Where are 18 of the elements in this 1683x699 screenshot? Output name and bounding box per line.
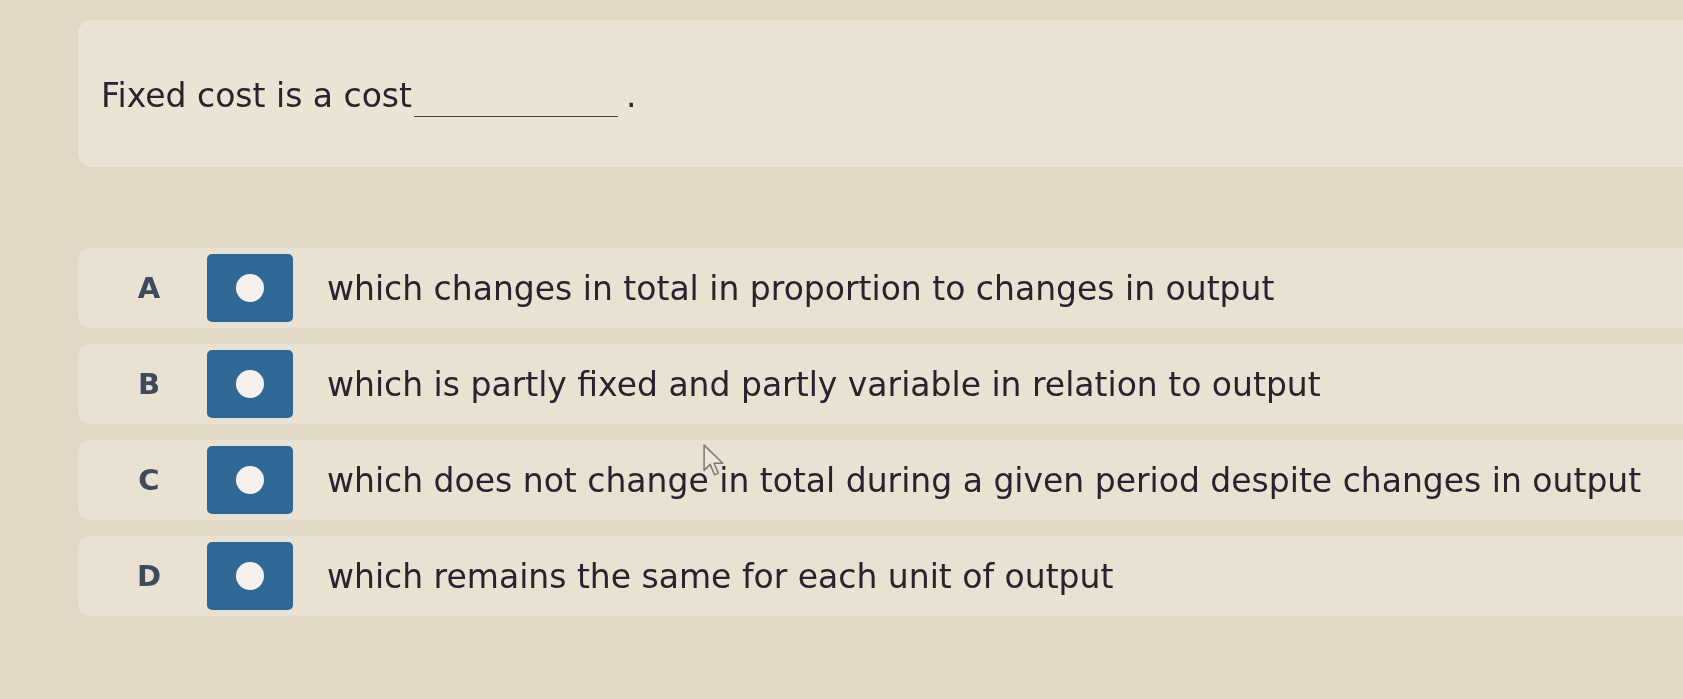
- radio-circle-icon: [236, 274, 264, 302]
- radio-button[interactable]: [207, 542, 293, 610]
- radio-circle-icon: [236, 370, 264, 398]
- option-text: which is partly fixed and partly variable in relation to output: [327, 364, 1321, 404]
- option-letter: C: [137, 463, 161, 497]
- radio-button[interactable]: [207, 350, 293, 418]
- question-text: Fixed cost is a cost: [101, 76, 412, 115]
- option-text: which does not change in total during a given period despite changes in output: [327, 460, 1642, 500]
- option-letter: A: [136, 271, 162, 305]
- radio-button[interactable]: [207, 254, 293, 322]
- option-letter: B: [136, 367, 162, 401]
- radio-circle-icon: [236, 562, 264, 590]
- option-letter: D: [135, 559, 163, 593]
- period-text: .: [626, 76, 637, 115]
- option-text: which remains the same for each unit of output: [327, 556, 1114, 596]
- radio-button[interactable]: [207, 446, 293, 514]
- radio-circle-icon: [236, 466, 264, 494]
- option-text: which changes in total in proportion to changes in output: [327, 268, 1275, 308]
